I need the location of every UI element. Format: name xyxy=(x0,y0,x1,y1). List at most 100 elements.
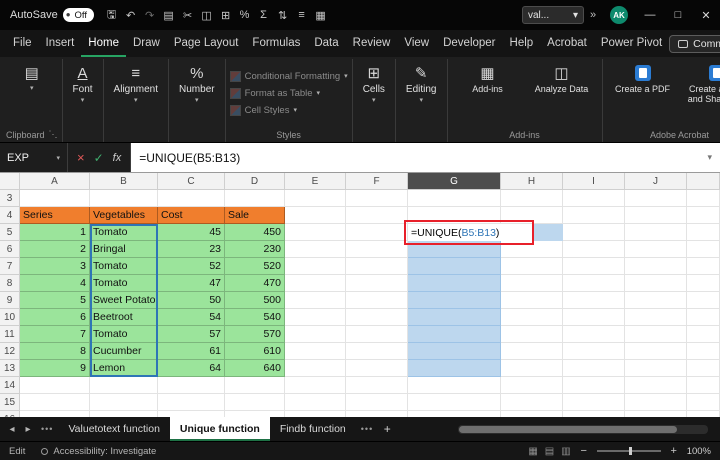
cell-J15[interactable] xyxy=(625,394,687,411)
accessibility-status[interactable]: Accessibility: Investigate xyxy=(41,446,156,457)
autosave-toggle[interactable]: AutoSave ● Off xyxy=(10,8,95,22)
cell-G10[interactable] xyxy=(408,309,501,326)
sheet-tab-unique[interactable]: Unique function xyxy=(169,417,270,441)
column-header-D[interactable]: D xyxy=(225,173,285,190)
cell-E7[interactable] xyxy=(285,258,346,275)
cell-C7[interactable]: 52 xyxy=(158,258,225,275)
zoom-out-button[interactable]: − xyxy=(578,445,590,457)
formula-bar-expand-icon[interactable]: ▾ xyxy=(699,143,720,172)
cell-D10[interactable]: 540 xyxy=(225,309,285,326)
enter-entry-icon[interactable]: ✓ xyxy=(94,151,104,165)
cell-G7[interactable] xyxy=(408,258,501,275)
cell-H15[interactable] xyxy=(501,394,563,411)
cell-C15[interactable] xyxy=(158,394,225,411)
cell-H3[interactable] xyxy=(501,190,563,207)
cell-C9[interactable]: 50 xyxy=(158,292,225,309)
cell-E13[interactable] xyxy=(285,360,346,377)
cell-G12[interactable] xyxy=(408,343,501,360)
page-break-view-icon[interactable]: ▥ xyxy=(561,446,570,457)
cell-G4[interactable] xyxy=(408,207,501,224)
cell-D11[interactable]: 570 xyxy=(225,326,285,343)
cell-I3[interactable] xyxy=(563,190,625,207)
formula-input[interactable]: =UNIQUE(B5:B13) xyxy=(131,143,700,172)
column-header-F[interactable]: F xyxy=(346,173,408,190)
number-menu-button[interactable]: % Number ▾ xyxy=(173,59,221,105)
cell-E11[interactable] xyxy=(285,326,346,343)
cell-D9[interactable]: 500 xyxy=(225,292,285,309)
cell-C3[interactable] xyxy=(158,190,225,207)
cell-E4[interactable] xyxy=(285,207,346,224)
autosave-pill[interactable]: ● Off xyxy=(62,8,95,22)
cell-H13[interactable] xyxy=(501,360,563,377)
cell-H8[interactable] xyxy=(501,275,563,292)
column-header-C[interactable]: C xyxy=(158,173,225,190)
undo-icon[interactable]: ↶ xyxy=(121,9,140,22)
cell-J9[interactable] xyxy=(625,292,687,309)
cell-I6[interactable] xyxy=(563,241,625,258)
addins-button[interactable]: ▦ Add-ins xyxy=(452,59,524,95)
cell-A15[interactable] xyxy=(20,394,90,411)
cell-J8[interactable] xyxy=(625,275,687,292)
cell-C5[interactable]: 45 xyxy=(158,224,225,241)
alignment-menu-button[interactable]: ≡ Alignment ▾ xyxy=(108,59,164,105)
cell-D13[interactable]: 640 xyxy=(225,360,285,377)
cell-H16[interactable] xyxy=(501,411,563,417)
column-header-A[interactable]: A xyxy=(20,173,90,190)
cell-A9[interactable]: 5 xyxy=(20,292,90,309)
cell-B16[interactable] xyxy=(90,411,158,417)
dialog-launcher-icon[interactable]: ⋱ xyxy=(49,129,58,140)
tab-view[interactable]: View xyxy=(397,30,436,57)
cell-C12[interactable]: 61 xyxy=(158,343,225,360)
sheet-tabs-overflow-right-icon[interactable]: ••• xyxy=(356,424,378,434)
cell-B9[interactable]: Sweet Potato xyxy=(90,292,158,309)
zoom-in-button[interactable]: + xyxy=(668,445,680,457)
insert-function-icon[interactable]: fx xyxy=(113,152,122,164)
cell-A7[interactable]: 3 xyxy=(20,258,90,275)
create-pdf-share-button[interactable]: Create a PDF and Share link xyxy=(681,59,720,106)
cell-D5[interactable]: 450 xyxy=(225,224,285,241)
cell-F4[interactable] xyxy=(346,207,408,224)
cell-G11[interactable] xyxy=(408,326,501,343)
tab-page-layout[interactable]: Page Layout xyxy=(167,30,246,57)
column-header-J[interactable]: J xyxy=(625,173,687,190)
cell-H14[interactable] xyxy=(501,377,563,394)
cell-B15[interactable] xyxy=(90,394,158,411)
analyze-data-button[interactable]: ◫ Analyze Data xyxy=(526,59,598,95)
cell-C4[interactable]: Cost xyxy=(158,207,225,224)
cell-D3[interactable] xyxy=(225,190,285,207)
cell-G16[interactable] xyxy=(408,411,501,417)
cell-D14[interactable] xyxy=(225,377,285,394)
cell-E6[interactable] xyxy=(285,241,346,258)
save-icon[interactable]: 🖫 xyxy=(102,6,121,25)
cell-F8[interactable] xyxy=(346,275,408,292)
row-header-10[interactable]: 10 xyxy=(0,309,20,326)
cell-G14[interactable] xyxy=(408,377,501,394)
cell-J11[interactable] xyxy=(625,326,687,343)
column-header-B[interactable]: B xyxy=(90,173,158,190)
cell-C10[interactable]: 54 xyxy=(158,309,225,326)
cell-I12[interactable] xyxy=(563,343,625,360)
row-header-16[interactable]: 16 xyxy=(0,411,20,417)
cell-E9[interactable] xyxy=(285,292,346,309)
tab-insert[interactable]: Insert xyxy=(39,30,82,57)
tab-developer[interactable]: Developer xyxy=(436,30,502,57)
column-header-I[interactable]: I xyxy=(563,173,625,190)
close-button[interactable]: ✕ xyxy=(692,0,720,30)
column-header-H[interactable]: H xyxy=(501,173,563,190)
select-all-corner[interactable] xyxy=(0,173,20,190)
cell-G15[interactable] xyxy=(408,394,501,411)
autosum-icon[interactable]: Σ xyxy=(254,9,273,21)
cell-D12[interactable]: 610 xyxy=(225,343,285,360)
sheet-nav-left-icon[interactable]: ◂ xyxy=(4,424,20,435)
name-search-box[interactable]: val... ▾ xyxy=(522,6,584,24)
cell-B4[interactable]: Vegetables xyxy=(90,207,158,224)
cell-I9[interactable] xyxy=(563,292,625,309)
cell-J3[interactable] xyxy=(625,190,687,207)
tab-home[interactable]: Home xyxy=(81,30,126,57)
column-header-E[interactable]: E xyxy=(285,173,346,190)
row-header-3[interactable]: 3 xyxy=(0,190,20,207)
cell-C6[interactable]: 23 xyxy=(158,241,225,258)
editing-menu-button[interactable]: ✎ Editing ▾ xyxy=(400,59,443,105)
minimize-button[interactable]: — xyxy=(636,0,664,30)
cell-H12[interactable] xyxy=(501,343,563,360)
